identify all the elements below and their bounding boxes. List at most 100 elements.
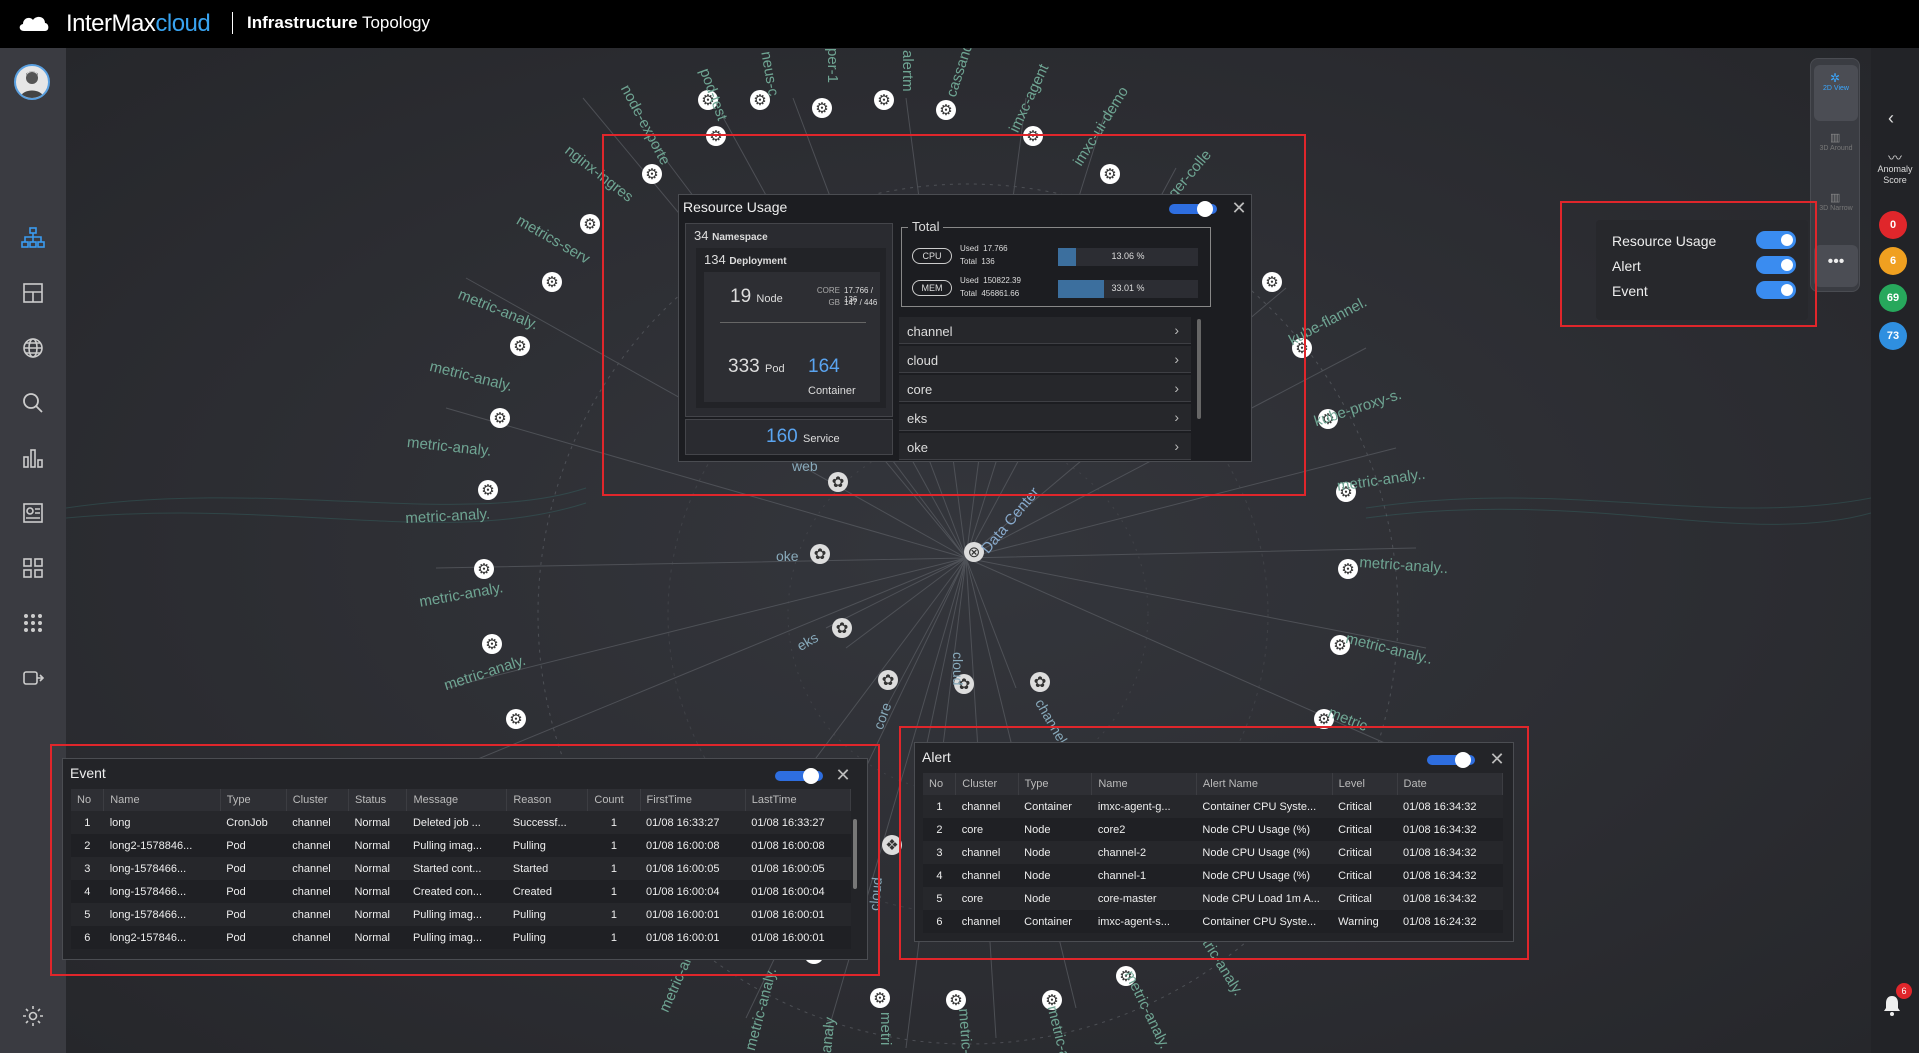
node-gear-icon[interactable]: ⚙ [706, 126, 726, 146]
table-row[interactable]: 3 long-1578466... Pod channel Normal Started … [71, 857, 851, 880]
column-header[interactable]: No [71, 789, 105, 811]
table-cell[interactable]: core-master [1091, 887, 1197, 910]
column-header[interactable]: Reason [506, 789, 589, 811]
table-row[interactable]: 6 channel Container imxc-agent-s... Containe… [923, 910, 1503, 933]
table-cell[interactable]: long-1578466... [103, 880, 221, 903]
table-cell[interactable]: long2-157846... [103, 926, 221, 949]
opacity-slider[interactable] [1169, 201, 1217, 217]
node-gear-icon[interactable]: ⚙ [1023, 126, 1043, 146]
table-row[interactable]: 4 channel Node channel-1 Node CPU Usage (%) C… [923, 864, 1503, 887]
table-cell[interactable]: imxc-agent-g... [1091, 795, 1197, 818]
table-cell[interactable]: long2-1578846... [103, 834, 221, 857]
view-mode-3d-narrow[interactable]: ▥ 3D Narrow [1814, 185, 1858, 241]
table-cell[interactable]: long-1578466... [103, 903, 221, 926]
column-header[interactable]: Level [1332, 773, 1398, 795]
anomaly-score-normal[interactable]: 69 [1879, 284, 1907, 312]
scrollbar[interactable] [853, 819, 857, 889]
table-row[interactable]: 2 core Node core2 Node CPU Usage (%) Critical… [923, 818, 1503, 841]
table-cell[interactable]: long [103, 811, 221, 834]
node-gear-icon[interactable]: ⚙ [946, 990, 966, 1010]
column-header[interactable]: No [923, 773, 957, 795]
namespace-item[interactable]: core › [899, 375, 1191, 402]
table-row[interactable]: 5 core Node core-master Node CPU Load 1m A..… [923, 887, 1503, 910]
namespace-item[interactable]: channel › [899, 317, 1191, 344]
table-row[interactable]: 2 long2-1578846... Pod channel Normal Pulling… [71, 834, 851, 857]
gear-icon[interactable] [19, 1002, 47, 1030]
alert-toggle[interactable] [1756, 256, 1796, 274]
globe-icon[interactable] [19, 334, 47, 362]
node-gear-icon[interactable]: ⚙ [478, 480, 498, 500]
anomaly-score-info[interactable]: 73 [1879, 322, 1907, 350]
column-header[interactable]: Date [1397, 773, 1504, 795]
node-gear-icon[interactable]: ⚙ [1100, 164, 1120, 184]
cluster-node-icon[interactable]: ✿ [810, 544, 830, 564]
table-row[interactable]: 4 long-1578466... Pod channel Normal Created … [71, 880, 851, 903]
namespace-item[interactable]: oke › [899, 433, 1191, 460]
bar-chart-icon[interactable] [19, 444, 47, 472]
column-header[interactable]: Type [1018, 773, 1093, 795]
node-gear-icon[interactable]: ⚙ [1338, 559, 1358, 579]
table-row[interactable]: 1 long CronJob channel Normal Deleted job ...… [71, 811, 851, 834]
table-cell[interactable]: core2 [1091, 818, 1197, 841]
cluster-node-icon[interactable]: ❖ [882, 835, 902, 855]
column-header[interactable]: FirstTime [640, 789, 746, 811]
table-row[interactable]: 3 channel Node channel-2 Node CPU Usage (%) C… [923, 841, 1503, 864]
table-row[interactable]: 6 long2-157846... Pod channel Normal Pulling … [71, 926, 851, 949]
view-mode-3d-around[interactable]: ▥ 3D Around [1814, 125, 1858, 181]
table-cell[interactable]: channel-2 [1091, 841, 1197, 864]
scrollbar[interactable] [1197, 319, 1201, 419]
column-header[interactable]: Name [103, 789, 221, 811]
grid-icon[interactable] [19, 554, 47, 582]
table-row[interactable]: 5 long-1578466... Pod channel Normal Pulling … [71, 903, 851, 926]
close-icon[interactable]: ✕ [1231, 199, 1247, 217]
node-gear-icon[interactable]: ⚙ [482, 634, 502, 654]
search-icon[interactable] [19, 389, 47, 417]
column-header[interactable]: Message [406, 789, 508, 811]
anomaly-score-critical[interactable]: 0 [1879, 211, 1907, 239]
node-gear-icon[interactable]: ⚙ [1262, 272, 1282, 292]
cloud-export-icon[interactable] [19, 664, 47, 692]
apps-icon[interactable] [19, 609, 47, 637]
dashboard-icon[interactable] [19, 279, 47, 307]
node-gear-icon[interactable]: ⚙ [542, 272, 562, 292]
node-gear-icon[interactable]: ⚙ [870, 988, 890, 1008]
node-gear-icon[interactable]: ⚙ [580, 214, 600, 234]
close-icon[interactable]: ✕ [835, 766, 851, 784]
table-cell[interactable]: imxc-agent-s... [1091, 910, 1197, 933]
close-icon[interactable]: ✕ [1489, 750, 1505, 768]
cluster-node-icon[interactable]: ✿ [1030, 672, 1050, 692]
opacity-slider[interactable] [775, 768, 823, 784]
view-mode-2d[interactable]: ✲ 2D View [1814, 65, 1858, 121]
event-toggle[interactable] [1756, 281, 1796, 299]
report-icon[interactable] [19, 499, 47, 527]
more-options-icon[interactable]: ••• [1814, 245, 1858, 287]
avatar[interactable] [14, 64, 50, 100]
anomaly-score-warning[interactable]: 6 [1879, 247, 1907, 275]
node-gear-icon[interactable]: ⚙ [506, 709, 526, 729]
chevron-left-icon[interactable]: ‹ [1888, 108, 1894, 129]
column-header[interactable]: Cluster [286, 789, 349, 811]
brand-name[interactable]: InterMaxcloud [66, 10, 211, 38]
node-gear-icon[interactable]: ⚙ [510, 336, 530, 356]
node-gear-icon[interactable]: ⚙ [936, 100, 956, 120]
resource-usage-toggle[interactable] [1756, 231, 1796, 249]
namespace-item[interactable]: eks › [899, 404, 1191, 431]
namespace-item[interactable]: cloud › [899, 346, 1191, 373]
column-header[interactable]: LastTime [745, 789, 852, 811]
column-header[interactable]: Count [587, 789, 641, 811]
column-header[interactable]: Type [220, 789, 287, 811]
table-cell[interactable]: long-1578466... [103, 857, 221, 880]
column-header[interactable]: Status [348, 789, 408, 811]
node-gear-icon[interactable]: ⚙ [874, 90, 894, 110]
cluster-node-icon[interactable]: ✿ [832, 618, 852, 638]
table-cell[interactable]: channel-1 [1091, 864, 1197, 887]
column-header[interactable]: Name [1091, 773, 1197, 795]
cluster-node-icon[interactable]: ✿ [878, 670, 898, 690]
column-header[interactable]: Cluster [955, 773, 1019, 795]
column-header[interactable]: Alert Name [1196, 773, 1333, 795]
opacity-slider[interactable] [1427, 752, 1475, 768]
node-gear-icon[interactable]: ⚙ [474, 559, 494, 579]
node-gear-icon[interactable]: ⚙ [490, 408, 510, 428]
node-gear-icon[interactable]: ⚙ [812, 98, 832, 118]
topology-icon[interactable] [19, 224, 47, 252]
